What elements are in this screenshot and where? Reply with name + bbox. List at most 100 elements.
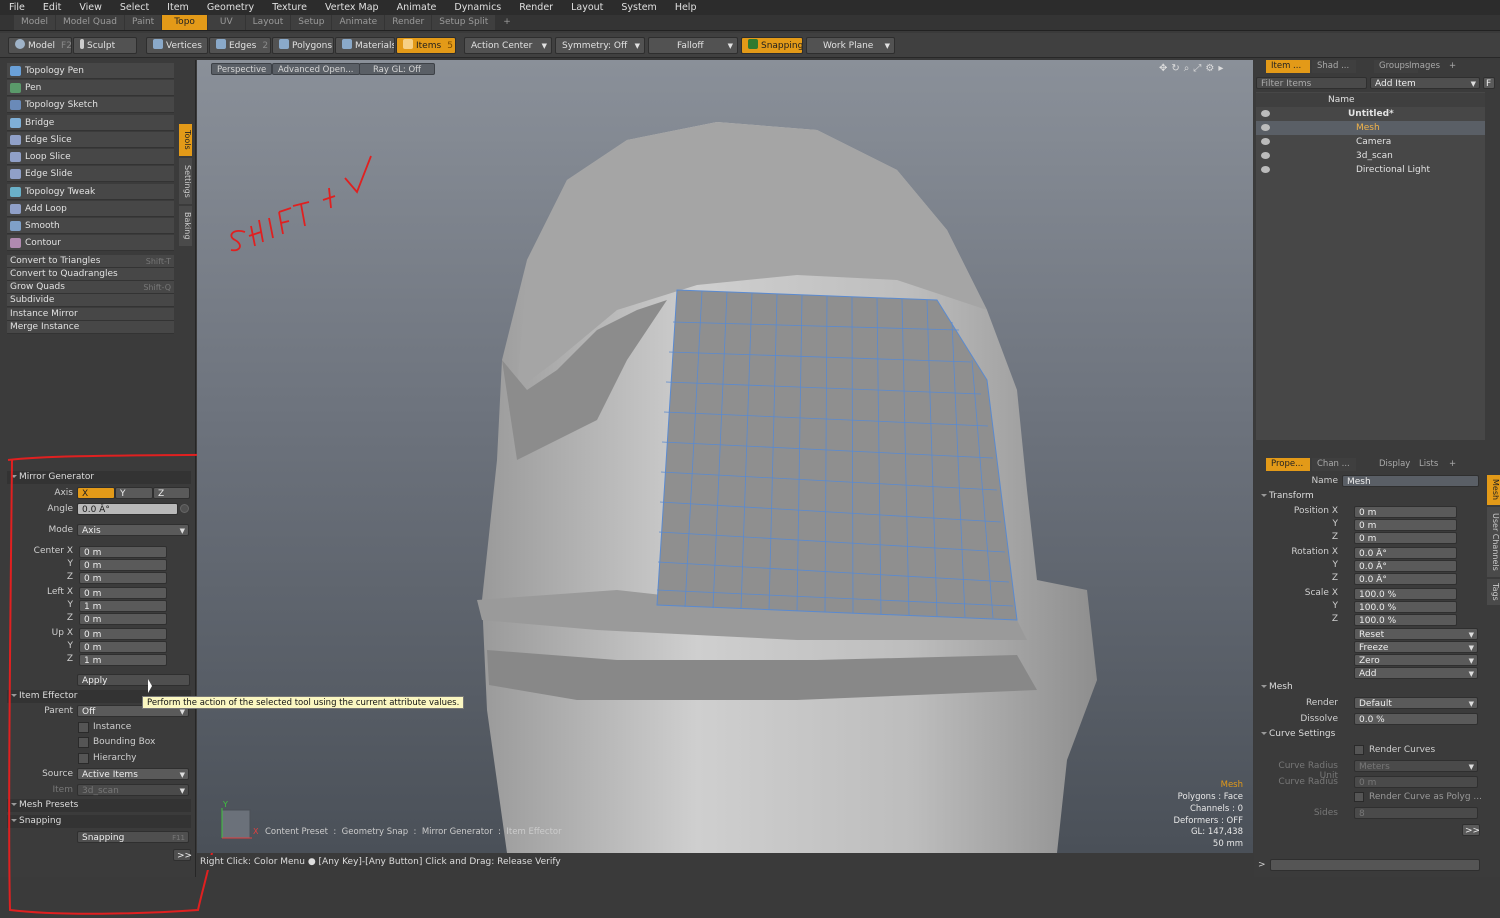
add-tab-button[interactable]: +	[1447, 60, 1459, 73]
tool-edge-slide[interactable]: Edge Slide	[7, 166, 174, 182]
snapping-toggle[interactable]: Snapping	[741, 37, 803, 54]
action-center-dropdown[interactable]: Action Center ▼	[464, 37, 552, 54]
tab-uv[interactable]: UV	[207, 15, 245, 30]
menu-edit[interactable]: Edit	[34, 2, 70, 13]
materials-button[interactable]: Materials	[335, 37, 395, 54]
menu-animate[interactable]: Animate	[388, 2, 446, 13]
reset-dropdown[interactable]: Reset ▼	[1354, 628, 1478, 640]
visibility-eye-icon[interactable]	[1261, 124, 1270, 131]
visibility-eye-icon[interactable]	[1261, 138, 1270, 145]
polygons-button[interactable]: Polygons	[272, 37, 334, 54]
tab-channels[interactable]: Chan ...	[1312, 458, 1356, 471]
tool-topology-sketch[interactable]: Topology Sketch	[7, 97, 174, 113]
tool-loop-slice[interactable]: Loop Slice	[7, 149, 174, 165]
tab-display[interactable]: Display	[1374, 458, 1418, 471]
menu-help[interactable]: Help	[666, 2, 706, 13]
tool-pen[interactable]: Pen	[7, 80, 174, 96]
tab-model[interactable]: Model	[14, 15, 56, 30]
tab-tools[interactable]: Tools	[179, 124, 192, 156]
tree-item-scene[interactable]: Untitled*	[1256, 107, 1485, 121]
items-button[interactable]: Items 5	[396, 37, 456, 54]
render-curve-poly-checkbox[interactable]	[1354, 792, 1364, 802]
tab-tags[interactable]: Tags	[1487, 579, 1500, 605]
tab-settings[interactable]: Settings	[179, 158, 192, 204]
render-curves-checkbox[interactable]	[1354, 745, 1364, 755]
add-tab-button[interactable]: +	[1447, 458, 1459, 471]
zero-dropdown[interactable]: Zero ▼	[1354, 654, 1478, 666]
menu-dynamics[interactable]: Dynamics	[445, 2, 510, 13]
edges-button[interactable]: Edges 2	[209, 37, 271, 54]
menu-file[interactable]: File	[0, 2, 34, 13]
tab-user-channels[interactable]: User Channels	[1487, 507, 1500, 577]
add-layout-button[interactable]: +	[496, 15, 518, 30]
tab-item-list[interactable]: Item ...	[1266, 60, 1310, 73]
mesh-section[interactable]: Mesh	[1257, 681, 1485, 694]
rotation-y-field[interactable]: 0.0 Â°	[1354, 560, 1457, 572]
tab-setup[interactable]: Setup	[291, 15, 332, 30]
tree-item-camera[interactable]: Camera	[1256, 135, 1485, 149]
tab-images[interactable]: Images	[1404, 60, 1448, 73]
3d-viewport[interactable]: Perspective Advanced Open... Ray GL: Off…	[197, 60, 1253, 853]
visibility-eye-icon[interactable]	[1261, 110, 1270, 117]
position-y-field[interactable]: 0 m	[1354, 519, 1457, 531]
name-field[interactable]: Mesh	[1342, 475, 1479, 487]
menu-layout[interactable]: Layout	[562, 2, 612, 13]
tool-bridge[interactable]: Bridge	[7, 115, 174, 131]
tab-model-quad[interactable]: Model Quad	[56, 15, 124, 30]
tab-paint[interactable]: Paint	[124, 15, 162, 30]
sides-field[interactable]: 8	[1354, 807, 1478, 819]
filter-options-button[interactable]: F	[1483, 77, 1495, 89]
grow-quads-button[interactable]: Grow Quads Shift-Q	[7, 281, 174, 294]
work-plane-dropdown[interactable]: Work Plane ▼	[806, 37, 895, 54]
curve-settings-section[interactable]: Curve Settings	[1257, 728, 1485, 741]
tool-topology-pen[interactable]: Topology Pen	[7, 63, 174, 79]
convert-triangles-button[interactable]: Convert to Triangles Shift-T	[7, 255, 174, 268]
tool-topology-tweak[interactable]: Topology Tweak	[7, 184, 174, 200]
tree-item-directional-light[interactable]: Directional Light	[1256, 163, 1485, 177]
menu-texture[interactable]: Texture	[263, 2, 316, 13]
symmetry-dropdown[interactable]: Symmetry: Off ▼	[555, 37, 645, 54]
subdivide-button[interactable]: Subdivide	[7, 294, 174, 307]
menu-view[interactable]: View	[70, 2, 111, 13]
model-mode-button[interactable]: Model F2	[8, 37, 72, 54]
freeze-dropdown[interactable]: Freeze ▼	[1354, 641, 1478, 653]
scale-x-field[interactable]: 100.0 %	[1354, 588, 1457, 600]
tree-item-3d-scan[interactable]: 3d_scan	[1256, 149, 1485, 163]
tool-add-loop[interactable]: Add Loop	[7, 201, 174, 217]
tab-mesh[interactable]: Mesh	[1487, 475, 1500, 505]
dissolve-field[interactable]: 0.0 %	[1354, 713, 1478, 725]
falloff-dropdown[interactable]: Falloff ▼	[648, 37, 738, 54]
expand-props-button[interactable]: >>	[1462, 824, 1480, 836]
menu-select[interactable]: Select	[111, 2, 158, 13]
vertices-button[interactable]: Vertices	[146, 37, 208, 54]
tree-item-mesh[interactable]: Mesh	[1256, 121, 1485, 135]
add-dropdown[interactable]: Add ▼	[1354, 667, 1478, 679]
visibility-eye-icon[interactable]	[1261, 166, 1270, 173]
visibility-eye-icon[interactable]	[1261, 152, 1270, 159]
position-x-field[interactable]: 0 m	[1354, 506, 1457, 518]
menu-render[interactable]: Render	[510, 2, 562, 13]
transform-section[interactable]: Transform	[1257, 490, 1485, 503]
menu-system[interactable]: System	[612, 2, 665, 13]
scale-z-field[interactable]: 100.0 %	[1354, 614, 1457, 626]
name-column-header[interactable]: Name	[1256, 93, 1485, 107]
tab-setup-split[interactable]: Setup Split	[432, 15, 496, 30]
tool-smooth[interactable]: Smooth	[7, 218, 174, 234]
menu-vertex-map[interactable]: Vertex Map	[316, 2, 388, 13]
tab-layout[interactable]: Layout	[245, 15, 291, 30]
curve-radius-field[interactable]: 0 m	[1354, 776, 1478, 788]
rotation-x-field[interactable]: 0.0 Â°	[1354, 547, 1457, 559]
position-z-field[interactable]: 0 m	[1354, 532, 1457, 544]
tab-shader-tree[interactable]: Shad ...	[1312, 60, 1356, 73]
tab-baking[interactable]: Baking	[179, 206, 192, 246]
tab-topo[interactable]: Topo	[162, 15, 207, 30]
menu-geometry[interactable]: Geometry	[198, 2, 263, 13]
scale-y-field[interactable]: 100.0 %	[1354, 601, 1457, 613]
rotation-z-field[interactable]: 0.0 Â°	[1354, 573, 1457, 585]
tab-properties[interactable]: Prope...	[1266, 458, 1310, 471]
instance-mirror-button[interactable]: Instance Mirror	[7, 308, 174, 321]
curve-radius-unit-dropdown[interactable]: Meters ▼	[1354, 760, 1478, 772]
menu-item[interactable]: Item	[158, 2, 198, 13]
sculpt-mode-button[interactable]: Sculpt	[73, 37, 137, 54]
tool-contour[interactable]: Contour	[7, 235, 174, 251]
